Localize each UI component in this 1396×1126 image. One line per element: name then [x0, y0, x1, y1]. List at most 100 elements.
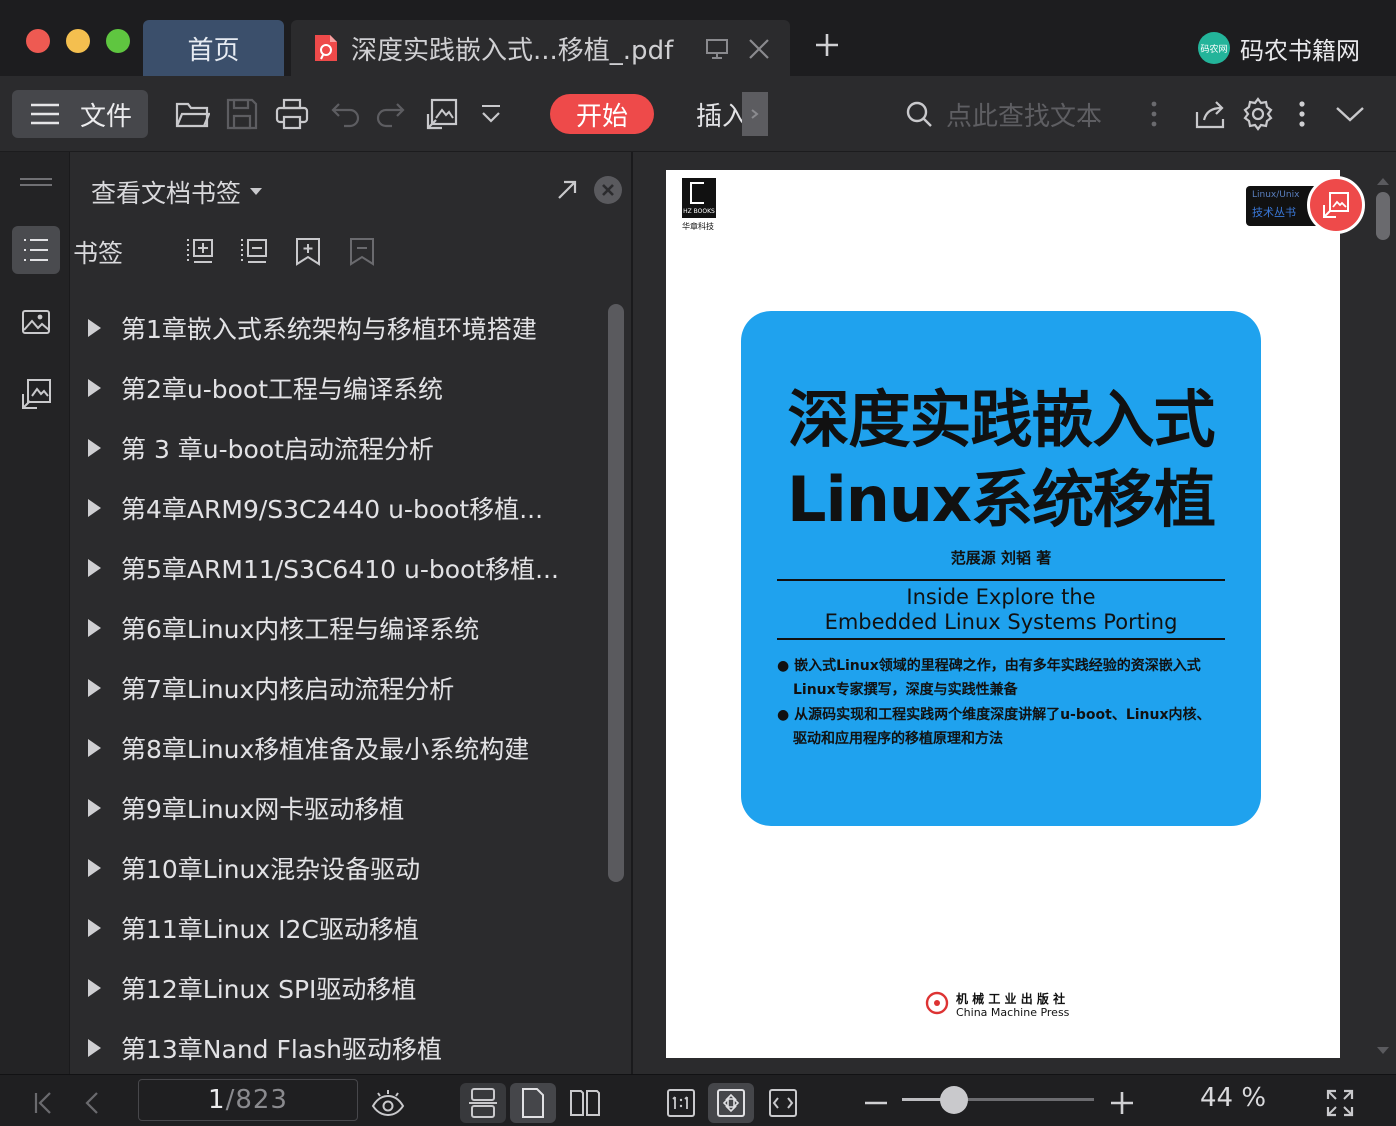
bookmark-item[interactable]: 第9章Linux网卡驱动移植 [85, 778, 595, 838]
page-number-input[interactable]: 1/823 [138, 1079, 358, 1121]
document-scroll-thumb[interactable] [1376, 192, 1390, 240]
undo-icon[interactable] [326, 96, 362, 132]
scroll-up-arrow-icon[interactable] [1376, 176, 1390, 186]
expand-triangle-icon[interactable] [88, 739, 101, 757]
continuous-scroll-icon[interactable] [460, 1083, 506, 1123]
bookmarks-list-icon[interactable] [12, 226, 60, 274]
fit-width-icon[interactable] [760, 1083, 806, 1123]
expand-triangle-icon[interactable] [88, 559, 101, 577]
brand[interactable]: 码农网 码农书籍网 [1198, 28, 1360, 68]
zoom-slider-knob[interactable] [939, 1086, 968, 1114]
scroll-down-arrow-icon[interactable] [1376, 1046, 1390, 1056]
cover-divider-top [777, 579, 1225, 581]
expand-triangle-icon[interactable] [88, 1039, 101, 1057]
overflow-menu-icon[interactable] [1294, 96, 1310, 132]
single-page-icon[interactable] [510, 1083, 556, 1123]
tab-home[interactable]: 首页 [143, 20, 284, 76]
expand-triangle-icon[interactable] [88, 799, 101, 817]
new-tab-plus-icon[interactable] [812, 30, 842, 60]
more-dropdown-icon[interactable] [476, 96, 512, 132]
vertical-more-icon[interactable] [1146, 96, 1162, 132]
annotations-icon[interactable] [12, 370, 60, 418]
print-icon[interactable] [274, 96, 310, 132]
settings-gear-icon[interactable] [1240, 96, 1276, 132]
toolbar-scroll-right-button[interactable] [742, 92, 768, 136]
share-icon[interactable] [1192, 96, 1228, 132]
caret-down-icon [249, 187, 263, 197]
add-bookmark-icon[interactable] [293, 236, 323, 266]
expand-triangle-icon[interactable] [88, 619, 101, 637]
zoom-slider[interactable] [902, 1086, 1094, 1114]
collapse-panel-icon[interactable] [12, 160, 60, 208]
export-image-icon[interactable] [424, 96, 460, 132]
actual-size-icon[interactable] [658, 1083, 704, 1123]
bookmark-list: 第1章嵌入式系统架构与移植环境搭建 第2章u-boot工程与编译系统 第 3 章… [71, 298, 601, 1074]
fullscreen-icon[interactable] [1320, 1083, 1360, 1123]
bookmark-item[interactable]: 第5章ARM11/S3C6410 u-boot移植... [85, 538, 595, 598]
redo-icon[interactable] [374, 96, 410, 132]
fit-page-icon[interactable] [708, 1083, 754, 1123]
close-window-button[interactable] [26, 29, 50, 53]
tab-start[interactable]: 开始 [550, 94, 654, 134]
expand-all-icon[interactable] [185, 236, 215, 266]
eye-protection-icon[interactable] [368, 1083, 408, 1123]
tab-document[interactable]: 深度实践嵌入式...移植_.pdf [291, 20, 790, 76]
bookmark-item[interactable]: 第6章Linux内核工程与编译系统 [85, 598, 595, 658]
monitor-icon[interactable] [705, 38, 729, 60]
close-tab-icon[interactable] [747, 37, 771, 61]
left-rail [0, 152, 70, 1074]
thumbnails-image-icon[interactable] [12, 298, 60, 346]
search-placeholder: 点此查找文本 [946, 101, 1103, 132]
collapse-toolbar-chevron-icon[interactable] [1334, 96, 1370, 132]
first-page-icon[interactable] [24, 1083, 64, 1123]
hamburger-icon [30, 103, 60, 125]
expand-triangle-icon[interactable] [88, 679, 101, 697]
bookmark-view-dropdown[interactable]: 查看文档书签 [91, 174, 263, 210]
minimize-window-button[interactable] [66, 29, 90, 53]
collapse-all-icon[interactable] [239, 236, 269, 266]
cover-bullet-1a: ● 嵌入式Linux领域的里程碑之作，由有多年实践经验的资深嵌入式 [777, 658, 1201, 674]
expand-triangle-icon[interactable] [88, 379, 101, 397]
tab-insert[interactable]: 插入 [696, 96, 742, 132]
bookmark-item[interactable]: 第12章Linux SPI驱动移植 [85, 958, 595, 1018]
tab-home-label: 首页 [187, 35, 240, 66]
cover-en-title-2: Embedded Linux Systems Porting [824, 610, 1178, 634]
bookmark-item[interactable]: 第4章ARM9/S3C2440 u-boot移植... [85, 478, 595, 538]
zoom-level[interactable]: 44 % [1200, 1083, 1266, 1113]
bookmark-item[interactable]: 第1章嵌入式系统架构与移植环境搭建 [85, 298, 595, 358]
expand-triangle-icon[interactable] [88, 859, 101, 877]
bookmark-item[interactable]: 第13章Nand Flash驱动移植 [85, 1018, 595, 1074]
open-folder-icon[interactable] [174, 96, 210, 132]
expand-triangle-icon[interactable] [88, 439, 101, 457]
bookmark-item[interactable]: 第8章Linux移植准备及最小系统构建 [85, 718, 595, 778]
bookmark-item[interactable]: 第 3 章u-boot启动流程分析 [85, 418, 595, 478]
cover-bullet-2b: 驱动和应用程序的移植原理和方法 [793, 731, 1003, 747]
delete-bookmark-icon[interactable] [347, 236, 377, 266]
pop-out-arrow-icon[interactable] [555, 178, 579, 202]
two-page-icon[interactable] [562, 1083, 608, 1123]
expand-triangle-icon[interactable] [88, 979, 101, 997]
zoom-window-button[interactable] [106, 29, 130, 53]
bookmark-item[interactable]: 第7章Linux内核启动流程分析 [85, 658, 595, 718]
save-icon[interactable] [224, 96, 260, 132]
bookmark-item[interactable]: 第11章Linux I2C驱动移植 [85, 898, 595, 958]
document-scrollbar[interactable] [1373, 176, 1391, 1056]
bookmark-panel-scrollbar[interactable] [608, 304, 624, 882]
expand-triangle-icon[interactable] [88, 919, 101, 937]
close-panel-icon[interactable] [594, 176, 622, 204]
bookmark-item[interactable]: 第10章Linux混杂设备驱动 [85, 838, 595, 898]
cover-bullet-1b: Linux专家撰写，深度与实践性兼备 [793, 682, 1018, 698]
bookmark-view-title: 查看文档书签 [91, 179, 242, 208]
search-box[interactable]: 点此查找文本 [904, 94, 1144, 134]
zoom-in-icon[interactable] [1102, 1083, 1142, 1123]
floating-image-tool-button[interactable] [1307, 176, 1365, 234]
pdf-page[interactable]: HZ BOOKS 华章科技 Linux/Unix 技术丛书 深度实践嵌入式 Li… [666, 170, 1340, 1058]
expand-triangle-icon[interactable] [88, 499, 101, 517]
status-bar: 1/823 44 % [0, 1074, 1396, 1126]
expand-triangle-icon[interactable] [88, 319, 101, 337]
bookmark-item[interactable]: 第2章u-boot工程与编译系统 [85, 358, 595, 418]
hzbooks-logo: HZ BOOKS [682, 178, 716, 218]
zoom-out-icon[interactable] [856, 1083, 896, 1123]
previous-page-icon[interactable] [72, 1083, 112, 1123]
file-menu-button[interactable]: 文件 [12, 90, 148, 138]
